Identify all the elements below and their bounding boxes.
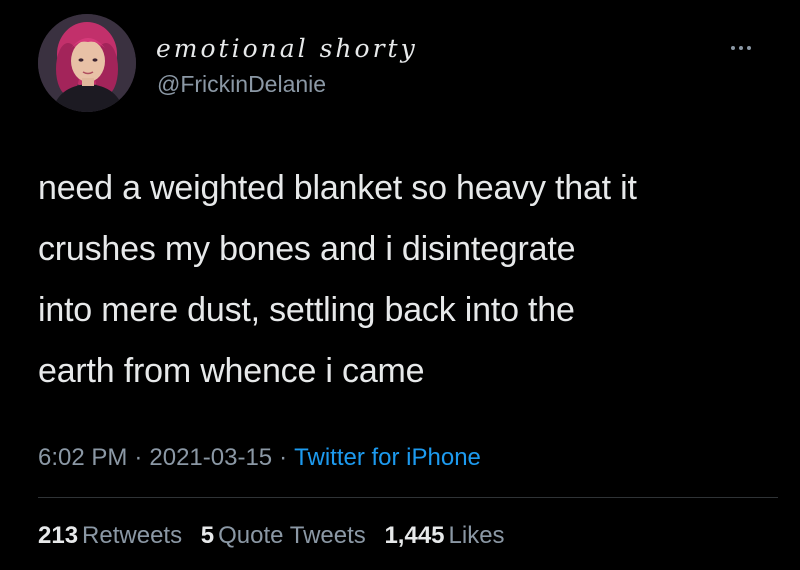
- display-name[interactable]: emotional shorty: [156, 34, 418, 63]
- quote-tweets-label: Quote Tweets: [218, 522, 366, 549]
- quote-tweets-count: 5: [200, 522, 215, 549]
- tweet-source-link[interactable]: Twitter for iPhone: [294, 444, 481, 471]
- retweets-stat[interactable]: 213 Retweets: [38, 522, 182, 549]
- more-dots-icon: [739, 46, 743, 50]
- profile-avatar[interactable]: [38, 14, 136, 112]
- divider: [38, 497, 778, 498]
- avatar-illustration: [38, 14, 136, 112]
- more-options-button[interactable]: [724, 38, 758, 58]
- quote-tweets-stat[interactable]: 5 Quote Tweets: [201, 522, 366, 549]
- tweet-card: emotional shorty @FrickinDelanie need a …: [0, 0, 800, 570]
- tweet-time[interactable]: 6:02 PM: [38, 444, 127, 471]
- tweet-date[interactable]: 2021-03-15: [149, 444, 272, 471]
- more-dots-icon: [731, 46, 735, 50]
- tweet-text-line: crushes my bones and i disintegrate: [38, 230, 576, 268]
- tweet-stats: 213 Retweets 5 Quote Tweets 1,445 Likes: [38, 522, 517, 550]
- retweets-label: Retweets: [82, 522, 183, 549]
- likes-stat[interactable]: 1,445 Likes: [384, 522, 504, 549]
- likes-label: Likes: [448, 522, 505, 549]
- tweet-text-line: earth from whence i came: [38, 352, 425, 390]
- tweet-text-line: into mere dust, settling back into the: [38, 291, 575, 329]
- retweets-count: 213: [38, 522, 79, 549]
- separator-dot: ·: [134, 444, 143, 471]
- tweet-text: need a weighted blanket so heavy that it…: [38, 158, 778, 402]
- user-handle[interactable]: @FrickinDelanie: [157, 71, 326, 98]
- tweet-metadata: 6:02 PM · 2021-03-15 · Twitter for iPhone: [38, 444, 481, 472]
- likes-count: 1,445: [384, 522, 445, 549]
- more-dots-icon: [747, 46, 751, 50]
- separator-dot: ·: [279, 444, 288, 471]
- tweet-text-line: need a weighted blanket so heavy that it: [38, 169, 637, 207]
